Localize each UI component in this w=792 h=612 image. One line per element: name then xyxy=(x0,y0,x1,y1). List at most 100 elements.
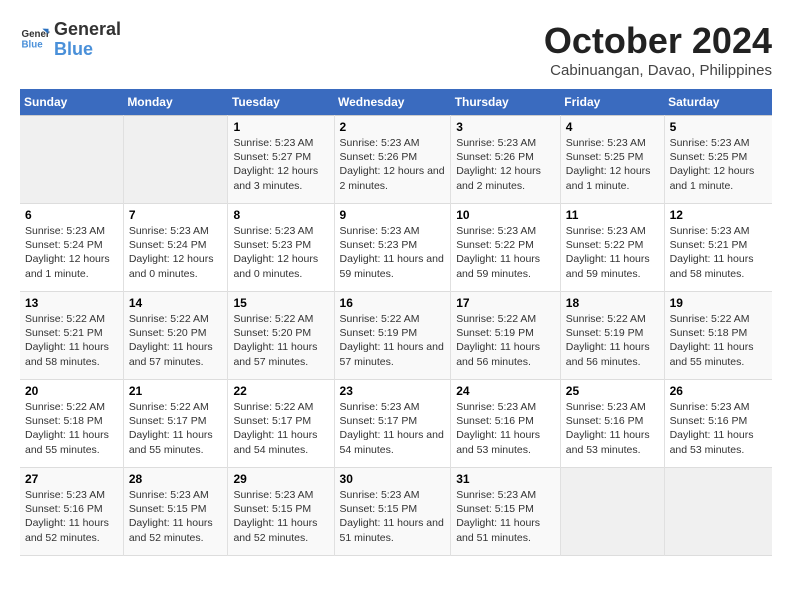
day-number: 20 xyxy=(25,384,118,398)
day-info: Sunrise: 5:23 AMSunset: 5:26 PMDaylight:… xyxy=(340,136,446,193)
calendar-cell: 29 Sunrise: 5:23 AMSunset: 5:15 PMDayligh… xyxy=(228,468,334,556)
calendar-week-row: 1Sunrise: 5:23 AMSunset: 5:27 PMDaylight… xyxy=(20,116,772,204)
day-number: 8 xyxy=(233,208,328,222)
calendar-cell: 27Sunrise: 5:23 AMSunset: 5:16 PMDayligh… xyxy=(20,468,123,556)
calendar-cell: 22 Sunrise: 5:22 AMSunset: 5:17 PMDayligh… xyxy=(228,380,334,468)
weekday-header-row: SundayMondayTuesdayWednesdayThursdayFrid… xyxy=(20,89,772,116)
day-number: 18 xyxy=(566,296,659,310)
day-number: 23 xyxy=(340,384,446,398)
day-number: 2 xyxy=(340,120,446,134)
day-info: Sunrise: 5:22 AMSunset: 5:17 PMDaylight:… xyxy=(233,400,328,457)
weekday-header: Friday xyxy=(560,89,664,116)
day-number: 14 xyxy=(129,296,223,310)
calendar-cell: 19 Sunrise: 5:22 AMSunset: 5:18 PMDayligh… xyxy=(664,292,772,380)
calendar-cell: 12 Sunrise: 5:23 AMSunset: 5:21 PMDayligh… xyxy=(664,204,772,292)
calendar-cell xyxy=(560,468,664,556)
day-info: Sunrise: 5:23 AMSunset: 5:25 PMDaylight:… xyxy=(670,136,767,193)
calendar-cell: 15Sunrise: 5:22 AMSunset: 5:20 PMDayligh… xyxy=(228,292,334,380)
calendar-cell: 26 Sunrise: 5:23 AMSunset: 5:16 PMDayligh… xyxy=(664,380,772,468)
calendar-cell: 28Sunrise: 5:23 AMSunset: 5:15 PMDayligh… xyxy=(123,468,228,556)
calendar-cell: 23 Sunrise: 5:23 AMSunset: 5:17 PMDayligh… xyxy=(334,380,451,468)
weekday-header: Saturday xyxy=(664,89,772,116)
day-number: 29 xyxy=(233,472,328,486)
day-number: 3 xyxy=(456,120,555,134)
weekday-header: Tuesday xyxy=(228,89,334,116)
day-number: 19 xyxy=(670,296,767,310)
weekday-header: Sunday xyxy=(20,89,123,116)
logo-text-line2: Blue xyxy=(54,40,121,60)
calendar-cell: 17 Sunrise: 5:22 AMSunset: 5:19 PMDayligh… xyxy=(451,292,561,380)
calendar-week-row: 20 Sunrise: 5:22 AMSunset: 5:18 PMDayligh… xyxy=(20,380,772,468)
calendar-cell: 6 Sunrise: 5:23 AMSunset: 5:24 PMDaylight… xyxy=(20,204,123,292)
calendar-cell: 7Sunrise: 5:23 AMSunset: 5:24 PMDaylight… xyxy=(123,204,228,292)
day-number: 6 xyxy=(25,208,118,222)
calendar-cell: 9Sunrise: 5:23 AMSunset: 5:23 PMDaylight… xyxy=(334,204,451,292)
day-number: 22 xyxy=(233,384,328,398)
day-number: 25 xyxy=(566,384,659,398)
day-info: Sunrise: 5:23 AMSunset: 5:23 PMDaylight:… xyxy=(233,224,328,281)
day-info: Sunrise: 5:22 AMSunset: 5:19 PMDaylight:… xyxy=(456,312,555,369)
day-number: 30 xyxy=(340,472,446,486)
day-number: 26 xyxy=(670,384,767,398)
calendar-cell: 8 Sunrise: 5:23 AMSunset: 5:23 PMDaylight… xyxy=(228,204,334,292)
day-number: 17 xyxy=(456,296,555,310)
day-info: Sunrise: 5:22 AMSunset: 5:17 PMDaylight:… xyxy=(129,400,223,457)
day-info: Sunrise: 5:23 AMSunset: 5:16 PMDaylight:… xyxy=(456,400,555,457)
calendar-cell: 21Sunrise: 5:22 AMSunset: 5:17 PMDayligh… xyxy=(123,380,228,468)
day-number: 10 xyxy=(456,208,555,222)
day-info: Sunrise: 5:23 AMSunset: 5:15 PMDaylight:… xyxy=(340,488,446,545)
calendar-cell: 31Sunrise: 5:23 AMSunset: 5:15 PMDayligh… xyxy=(451,468,561,556)
logo-text-line1: General xyxy=(54,20,121,40)
day-info: Sunrise: 5:23 AMSunset: 5:16 PMDaylight:… xyxy=(670,400,767,457)
calendar-cell xyxy=(123,116,228,204)
calendar-cell: 11 Sunrise: 5:23 AMSunset: 5:22 PMDayligh… xyxy=(560,204,664,292)
day-info: Sunrise: 5:22 AMSunset: 5:20 PMDaylight:… xyxy=(233,312,328,369)
day-info: Sunrise: 5:22 AMSunset: 5:21 PMDaylight:… xyxy=(25,312,118,369)
calendar-cell: 30 Sunrise: 5:23 AMSunset: 5:15 PMDayligh… xyxy=(334,468,451,556)
day-info: Sunrise: 5:22 AMSunset: 5:18 PMDaylight:… xyxy=(25,400,118,457)
svg-text:Blue: Blue xyxy=(22,39,44,50)
day-number: 16 xyxy=(340,296,446,310)
day-number: 11 xyxy=(566,208,659,222)
calendar-cell: 1Sunrise: 5:23 AMSunset: 5:27 PMDaylight… xyxy=(228,116,334,204)
day-info: Sunrise: 5:23 AMSunset: 5:15 PMDaylight:… xyxy=(456,488,555,545)
calendar-table: SundayMondayTuesdayWednesdayThursdayFrid… xyxy=(20,89,772,556)
day-info: Sunrise: 5:23 AMSunset: 5:22 PMDaylight:… xyxy=(456,224,555,281)
day-info: Sunrise: 5:22 AMSunset: 5:20 PMDaylight:… xyxy=(129,312,223,369)
calendar-cell: 4 Sunrise: 5:23 AMSunset: 5:25 PMDaylight… xyxy=(560,116,664,204)
day-info: Sunrise: 5:23 AMSunset: 5:22 PMDaylight:… xyxy=(566,224,659,281)
calendar-cell: 2 Sunrise: 5:23 AMSunset: 5:26 PMDaylight… xyxy=(334,116,451,204)
calendar-week-row: 13Sunrise: 5:22 AMSunset: 5:21 PMDayligh… xyxy=(20,292,772,380)
calendar-cell: 13Sunrise: 5:22 AMSunset: 5:21 PMDayligh… xyxy=(20,292,123,380)
day-info: Sunrise: 5:22 AMSunset: 5:18 PMDaylight:… xyxy=(670,312,767,369)
day-number: 4 xyxy=(566,120,659,134)
location-subtitle: Cabinuangan, Davao, Philippines xyxy=(544,62,772,79)
month-title: October 2024 xyxy=(544,20,772,62)
weekday-header: Monday xyxy=(123,89,228,116)
day-number: 24 xyxy=(456,384,555,398)
day-info: Sunrise: 5:23 AMSunset: 5:23 PMDaylight:… xyxy=(340,224,446,281)
day-info: Sunrise: 5:23 AMSunset: 5:15 PMDaylight:… xyxy=(233,488,328,545)
day-info: Sunrise: 5:23 AMSunset: 5:17 PMDaylight:… xyxy=(340,400,446,457)
day-info: Sunrise: 5:23 AMSunset: 5:16 PMDaylight:… xyxy=(566,400,659,457)
day-info: Sunrise: 5:23 AMSunset: 5:25 PMDaylight:… xyxy=(566,136,659,193)
day-number: 1 xyxy=(233,120,328,134)
calendar-cell: 25 Sunrise: 5:23 AMSunset: 5:16 PMDayligh… xyxy=(560,380,664,468)
day-info: Sunrise: 5:23 AMSunset: 5:21 PMDaylight:… xyxy=(670,224,767,281)
calendar-cell xyxy=(20,116,123,204)
calendar-cell: 18Sunrise: 5:22 AMSunset: 5:19 PMDayligh… xyxy=(560,292,664,380)
page-header: General Blue General Blue October 2024 C… xyxy=(20,20,772,79)
calendar-week-row: 6 Sunrise: 5:23 AMSunset: 5:24 PMDaylight… xyxy=(20,204,772,292)
day-info: Sunrise: 5:22 AMSunset: 5:19 PMDaylight:… xyxy=(340,312,446,369)
calendar-cell: 10 Sunrise: 5:23 AMSunset: 5:22 PMDayligh… xyxy=(451,204,561,292)
day-number: 7 xyxy=(129,208,223,222)
calendar-cell xyxy=(664,468,772,556)
calendar-cell: 24 Sunrise: 5:23 AMSunset: 5:16 PMDayligh… xyxy=(451,380,561,468)
calendar-cell: 5Sunrise: 5:23 AMSunset: 5:25 PMDaylight… xyxy=(664,116,772,204)
title-block: October 2024 Cabinuangan, Davao, Philipp… xyxy=(544,20,772,79)
day-number: 28 xyxy=(129,472,223,486)
day-info: Sunrise: 5:23 AMSunset: 5:24 PMDaylight:… xyxy=(25,224,118,281)
day-info: Sunrise: 5:23 AMSunset: 5:16 PMDaylight:… xyxy=(25,488,118,545)
calendar-cell: 3Sunrise: 5:23 AMSunset: 5:26 PMDaylight… xyxy=(451,116,561,204)
day-number: 12 xyxy=(670,208,767,222)
